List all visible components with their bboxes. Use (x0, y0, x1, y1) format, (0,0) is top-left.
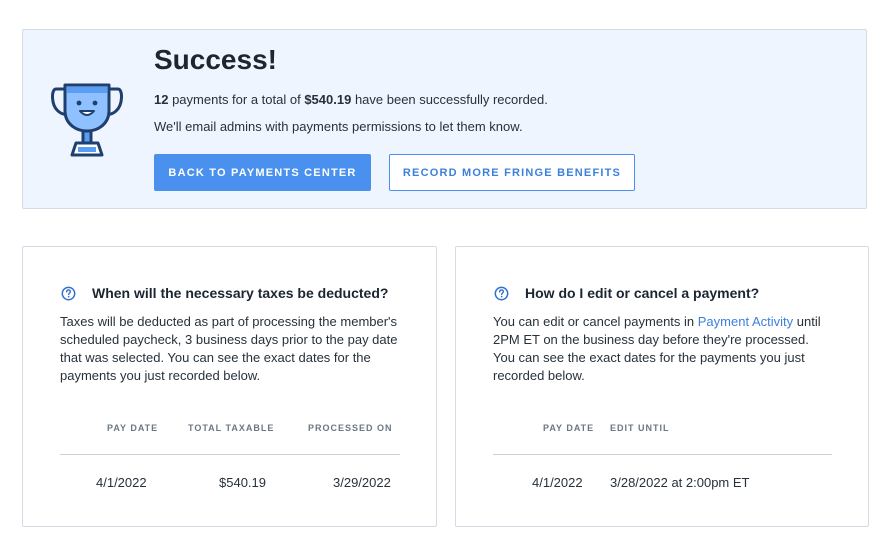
edit-info-card: How do I edit or cancel a payment? You c… (455, 246, 869, 527)
row-total-taxable: $540.19 (219, 475, 266, 490)
row-pay-date: 4/1/2022 (532, 475, 583, 490)
column-header-total-taxable: TOTAL TAXABLE (188, 423, 275, 433)
question-circle-icon (494, 286, 509, 300)
success-banner: Success! 12 payments for a total of $540… (22, 29, 867, 209)
question-circle-icon (61, 286, 76, 300)
summary-end-text: have been successfully recorded. (351, 92, 548, 107)
row-pay-date: 4/1/2022 (96, 475, 147, 490)
record-more-fringe-benefits-button[interactable]: RECORD MORE FRINGE BENEFITS (389, 154, 635, 191)
edit-card-body: You can edit or cancel payments in Payme… (493, 313, 833, 385)
taxes-card-title: When will the necessary taxes be deducte… (92, 285, 389, 301)
edit-card-title: How do I edit or cancel a payment? (525, 285, 760, 301)
taxes-card-heading: When will the necessary taxes be deducte… (61, 285, 388, 301)
edit-card-heading: How do I edit or cancel a payment? (494, 285, 759, 301)
column-header-pay-date: PAY DATE (543, 423, 595, 433)
taxes-info-card: When will the necessary taxes be deducte… (22, 246, 437, 527)
email-note: We'll email admins with payments permiss… (154, 119, 523, 134)
row-edit-until: 3/28/2022 at 2:00pm ET (610, 475, 750, 490)
payment-count: 12 (154, 92, 169, 107)
payment-activity-link[interactable]: Payment Activity (698, 314, 793, 329)
edit-body-start: You can edit or cancel payments in (493, 314, 698, 329)
trophy-icon (51, 83, 123, 157)
summary-middle-text: payments for a total of (168, 92, 305, 107)
table-divider (60, 454, 400, 455)
payment-summary: 12 payments for a total of $540.19 have … (154, 92, 548, 107)
taxes-card-body: Taxes will be deducted as part of proces… (60, 314, 398, 383)
payment-total: $540.19 (304, 92, 352, 107)
row-processed-on: 3/29/2022 (333, 475, 391, 490)
column-header-processed-on: PROCESSED ON (308, 423, 393, 433)
table-divider (493, 454, 832, 455)
success-title: Success! (154, 44, 277, 75)
back-to-payments-center-button[interactable]: BACK TO PAYMENTS CENTER (154, 154, 371, 191)
column-header-edit-until: EDIT UNTIL (610, 423, 670, 433)
column-header-pay-date: PAY DATE (107, 423, 159, 433)
